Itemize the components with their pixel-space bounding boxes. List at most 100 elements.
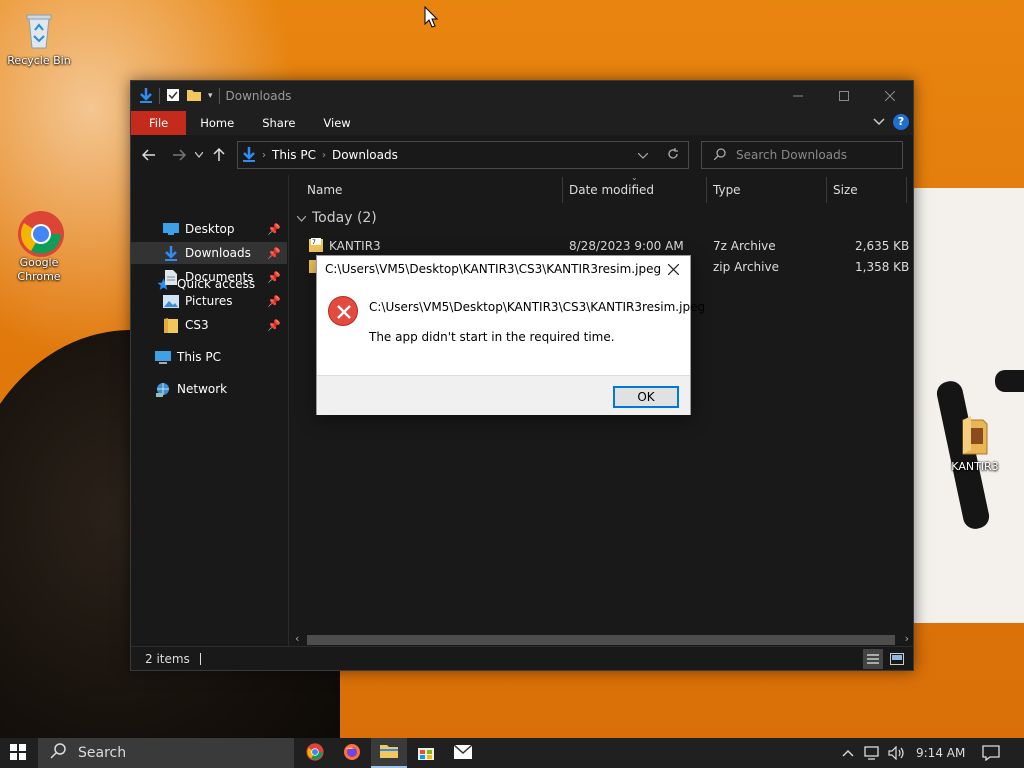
address-bar[interactable]: › This PC › Downloads [237,141,689,169]
group-header-today[interactable]: Today (2) [296,205,377,231]
desktop-icon-kantir3[interactable]: KANTIR3 [940,414,1010,474]
sidebar-item-pictures[interactable]: Pictures 📌 [131,290,287,312]
taskbar-chrome[interactable] [297,738,333,768]
expand-ribbon-icon[interactable] [873,115,885,129]
item-count: 2 items [145,651,190,666]
help-icon[interactable]: ? [893,114,909,130]
forward-button[interactable] [167,140,191,170]
sidebar-item-label: CS3 [185,318,209,332]
column-header-name[interactable]: Name [291,175,563,205]
dialog-footer: OK [317,375,690,415]
folder-icon [953,414,997,458]
dialog-message: The app didn't start in the required tim… [369,330,615,344]
download-arrow-icon [139,87,153,106]
dialog-heading: C:\Users\VM5\Desktop\KANTIR3\CS3\KANTIR3… [369,300,706,314]
clock[interactable]: 9:14 AM [916,738,966,768]
search-placeholder: Search Downloads [736,148,847,162]
pin-icon: 📌 [267,270,281,284]
dialog-title: C:\Users\VM5\Desktop\KANTIR3\CS3\KANTIR3… [325,262,662,276]
details-view-icon[interactable] [863,649,883,669]
properties-icon[interactable] [166,88,180,105]
table-row[interactable]: 7 KANTIR3 8/28/2023 9:00 AM 7z Archive 2… [309,235,929,257]
breadcrumb-this-pc[interactable]: This PC [272,148,316,162]
ok-button[interactable]: OK [613,386,679,408]
network-icon [155,381,171,397]
sidebar-item-this-pc[interactable]: This PC [131,346,287,368]
pin-icon: 📌 [267,318,281,332]
taskbar-mail[interactable] [445,738,481,768]
large-icons-view-icon[interactable] [887,649,907,669]
chevron-right-icon: › [262,149,266,161]
address-dropdown-icon[interactable] [628,148,658,162]
desktop-folder-icon [163,221,179,237]
pin-icon: 📌 [267,222,281,236]
error-dialog: C:\Users\VM5\Desktop\KANTIR3\CS3\KANTIR3… [316,255,705,415]
pin-icon: 📌 [267,246,281,260]
scroll-left-icon[interactable]: ‹ [295,632,299,645]
refresh-icon[interactable] [658,147,688,163]
up-button[interactable] [207,140,231,170]
column-header-size[interactable]: Size [817,175,897,205]
title-bar: ▾ Downloads [131,81,913,111]
sidebar-item-cs3[interactable]: CS3 📌 [131,314,287,336]
close-icon[interactable] [662,259,684,281]
recycle-bin-icon [17,8,61,52]
error-icon [328,296,358,326]
maximize-button[interactable] [821,81,867,111]
computer-icon [155,349,171,365]
scroll-right-icon[interactable]: › [905,632,909,645]
sidebar-item-documents[interactable]: Documents 📌 [131,266,287,288]
taskbar-search-box[interactable]: Search [38,738,294,768]
volume-icon[interactable] [888,738,906,768]
file-date: 8/28/2023 9:00 AM [569,239,684,253]
search-icon [50,743,66,763]
clock-time: 9:14 AM [916,746,966,760]
desktop-icon-recycle-bin[interactable]: Recycle Bin [4,8,74,68]
scrollbar-thumb[interactable] [307,635,895,645]
breadcrumb-downloads[interactable]: Downloads [332,148,398,162]
network-status-icon[interactable] [864,738,882,768]
file-type: 7z Archive [713,239,776,253]
status-bar: 2 items [131,646,913,670]
window-title: Downloads [225,89,292,103]
column-header-date-modified[interactable]: Date modified [553,175,697,205]
address-row: › This PC › Downloads Search Downloads [131,135,913,175]
new-folder-icon[interactable] [186,88,202,105]
sidebar-item-label: Desktop [185,222,235,236]
close-button[interactable] [867,81,913,111]
recent-locations-button[interactable] [191,140,207,170]
column-header-type[interactable]: Type [697,175,817,205]
desktop-icon-google-chrome[interactable]: Google Chrome [4,210,74,284]
tab-view[interactable]: View [309,111,364,135]
sidebar-item-label: Downloads [185,246,251,260]
start-button[interactable] [0,738,36,768]
desktop-icon-label: Recycle Bin [7,54,71,67]
back-button[interactable] [137,140,161,170]
chrome-icon [17,210,64,257]
taskbar-firefox[interactable] [334,738,370,768]
customize-quick-access-icon[interactable]: ▾ [208,91,213,101]
tab-home[interactable]: Home [186,111,248,135]
folder-icon [380,743,398,761]
show-hidden-icons[interactable] [842,738,854,768]
svg-text:7: 7 [312,239,316,246]
windows-logo-icon [10,743,26,763]
sidebar-item-downloads[interactable]: Downloads 📌 [131,242,287,264]
search-input[interactable]: Search Downloads [701,141,903,169]
tab-file[interactable]: File [131,111,187,135]
taskbar-store[interactable] [408,738,444,768]
search-icon [713,147,726,163]
chevron-down-icon [296,210,307,226]
action-center-icon[interactable] [982,738,1000,768]
horizontal-scrollbar[interactable]: ‹ › [291,631,913,647]
archive-7z-icon: 7 [309,238,323,255]
minimize-button[interactable] [775,81,821,111]
store-icon [418,744,434,763]
taskbar: Search 9:14 AM [0,738,1024,768]
sidebar-item-network[interactable]: Network [131,378,287,400]
file-size: 1,358 KB [855,260,910,274]
chrome-icon [306,742,324,764]
taskbar-file-explorer[interactable] [371,738,407,768]
sidebar-item-desktop[interactable]: Desktop 📌 [131,218,287,240]
tab-share[interactable]: Share [248,111,309,135]
